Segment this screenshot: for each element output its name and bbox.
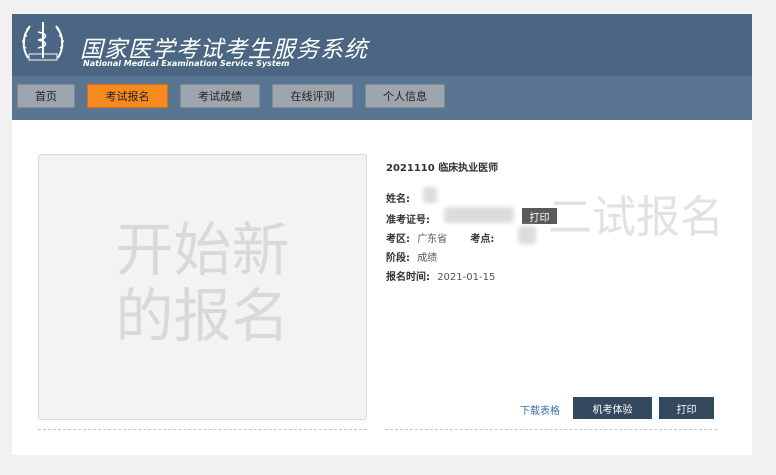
print-button[interactable]: 打印 [659, 397, 714, 419]
new-registration-card[interactable]: 开始新 的报名 [38, 154, 367, 420]
divider [38, 429, 367, 430]
system-subtitle: National Medical Examination Service Sys… [83, 59, 290, 68]
admission-label: 准考证号: [386, 215, 430, 226]
time-label: 报名时间: [386, 272, 430, 283]
tab-online-assessment[interactable]: 在线评测 [272, 84, 353, 108]
name-row: 姓名: [386, 190, 410, 205]
new-registration-line2: 的报名 [115, 282, 290, 350]
stage-row: 阶段: 成绩 [386, 249, 437, 264]
second-exam-watermark: 二试报名 [548, 192, 724, 243]
divider-right [385, 429, 717, 430]
district-row: 考区: 广东省 考点: [386, 230, 494, 245]
stage-value: 成绩 [417, 253, 438, 264]
admission-row: 准考证号: [386, 211, 430, 226]
tab-home[interactable]: 首页 [17, 84, 75, 108]
name-label: 姓名: [386, 194, 410, 205]
exam-title: 2021110 临床执业医师 [386, 163, 499, 174]
tab-personal-info[interactable]: 个人信息 [365, 84, 445, 108]
machine-test-button[interactable]: 机考体验 [573, 397, 652, 419]
time-row: 报名时间: 2021-01-15 [386, 268, 495, 283]
district-value: 广东省 [417, 234, 448, 245]
site-label: 考点: [470, 234, 495, 245]
new-registration-line1: 开始新 [115, 216, 290, 284]
medical-emblem-icon [21, 22, 65, 61]
tab-exam-results[interactable]: 考试成绩 [180, 84, 260, 108]
redacted-site [518, 226, 536, 244]
redacted-name [423, 187, 437, 203]
redacted-admission-number [444, 207, 514, 223]
print-admission-button[interactable]: 打印 [522, 208, 557, 224]
stage-label: 阶段: [386, 253, 410, 264]
time-value: 2021-01-15 [437, 272, 496, 283]
district-label: 考区: [386, 234, 410, 245]
download-form-link[interactable]: 下载表格 [520, 402, 560, 417]
tab-exam-registration[interactable]: 考试报名 [87, 84, 168, 108]
